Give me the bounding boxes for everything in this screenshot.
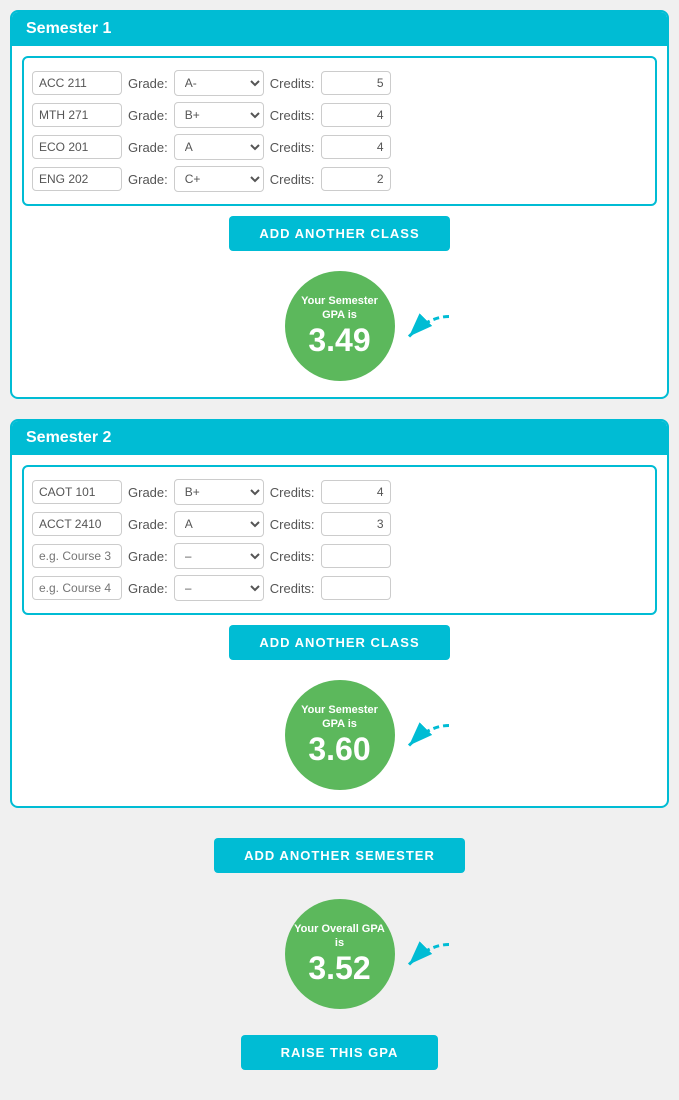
grade-select[interactable]: A-A+AB+BB-C+CC-DF– <box>174 102 264 128</box>
table-row: Grade: A-A+AB+BB-C+CC-DF– Credits: <box>32 479 647 505</box>
credits-input[interactable] <box>321 71 391 95</box>
grade-label: Grade: <box>128 172 168 187</box>
credits-input[interactable] <box>321 544 391 568</box>
semester-2-block: Semester 2 Grade: A-A+AB+BB-C+CC-DF– Cre… <box>10 419 669 808</box>
add-class-button-2[interactable]: ADD ANOTHER CLASS <box>229 625 449 660</box>
course-name-input[interactable] <box>32 480 122 504</box>
grade-label: Grade: <box>128 549 168 564</box>
overall-gpa-label: Your Overall GPA is <box>285 922 395 951</box>
semester-2-header: Semester 2 <box>12 421 667 455</box>
table-row: Grade: A-A+AB+BB-C+CC-DF– Credits: <box>32 575 647 601</box>
add-class-button-1[interactable]: ADD ANOTHER CLASS <box>229 216 449 251</box>
credits-input[interactable] <box>321 135 391 159</box>
credits-label: Credits: <box>270 517 315 532</box>
course-name-input[interactable] <box>32 512 122 536</box>
semester-2-courses: Grade: A-A+AB+BB-C+CC-DF– Credits: Grade… <box>22 465 657 615</box>
overall-gpa-value: 3.52 <box>308 951 370 986</box>
overall-gpa-section: Your Overall GPA is 3.52 <box>10 889 669 1025</box>
semester-2-gpa-label: Your Semester GPA is <box>285 703 395 732</box>
add-semester-button[interactable]: ADD ANOTHER SEMESTER <box>214 838 465 873</box>
credits-label: Credits: <box>270 76 315 91</box>
grade-label: Grade: <box>128 76 168 91</box>
credits-input[interactable] <box>321 512 391 536</box>
grade-select[interactable]: A-A+AB+BB-C+CC-DF– <box>174 511 264 537</box>
course-name-input[interactable] <box>32 103 122 127</box>
semester-2-title: Semester 2 <box>26 429 111 446</box>
table-row: Grade: A-A+AB+BB-C+CC-DF– Credits: <box>32 102 647 128</box>
course-name-input[interactable] <box>32 167 122 191</box>
grade-select[interactable]: A-A+AB+BB-C+CC-DF– <box>174 575 264 601</box>
semester-1-title: Semester 1 <box>26 20 111 37</box>
credits-label: Credits: <box>270 485 315 500</box>
credits-label: Credits: <box>270 581 315 596</box>
semester-1-gpa-label: Your Semester GPA is <box>285 294 395 323</box>
semester-1-gpa-circle: Your Semester GPA is 3.49 <box>285 271 395 381</box>
semester-1-block: Semester 1 Grade: A-A+AB+BB-C+CC-DF– Cre… <box>10 10 669 399</box>
course-name-input[interactable] <box>32 71 122 95</box>
credits-label: Credits: <box>270 172 315 187</box>
semester-2-gpa-circle: Your Semester GPA is 3.60 <box>285 680 395 790</box>
grade-label: Grade: <box>128 108 168 123</box>
grade-label: Grade: <box>128 485 168 500</box>
table-row: Grade: A-A+AB+BB-C+CC-DF– Credits: <box>32 70 647 96</box>
grade-label: Grade: <box>128 140 168 155</box>
credits-label: Credits: <box>270 140 315 155</box>
table-row: Grade: A-A+AB+BB-C+CC-DF– Credits: <box>32 166 647 192</box>
grade-select[interactable]: A-A+AB+BB-C+CC-DF– <box>174 543 264 569</box>
table-row: Grade: A-A+AB+BB-C+CC-DF– Credits: <box>32 543 647 569</box>
grade-select[interactable]: A-A+AB+BB-C+CC-DF– <box>174 70 264 96</box>
semester-2-gpa-section: Your Semester GPA is 3.60 <box>12 670 667 806</box>
credits-label: Credits: <box>270 549 315 564</box>
raise-gpa-button[interactable]: RAISE THIS GPA <box>241 1035 439 1070</box>
bottom-section: ADD ANOTHER SEMESTER Your Overall GPA is… <box>10 828 669 1090</box>
grade-select[interactable]: A-A+AB+BB-C+CC-DF– <box>174 479 264 505</box>
grade-label: Grade: <box>128 517 168 532</box>
semester-1-gpa-section: Your Semester GPA is 3.49 <box>12 261 667 397</box>
credits-input[interactable] <box>321 167 391 191</box>
credits-input[interactable] <box>321 576 391 600</box>
overall-gpa-circle: Your Overall GPA is 3.52 <box>285 899 395 1009</box>
credits-input[interactable] <box>321 480 391 504</box>
course-name-input[interactable] <box>32 544 122 568</box>
course-name-input[interactable] <box>32 135 122 159</box>
grade-select[interactable]: A-A+AB+BB-C+CC-DF– <box>174 134 264 160</box>
credits-input[interactable] <box>321 103 391 127</box>
course-name-input[interactable] <box>32 576 122 600</box>
semester-1-header: Semester 1 <box>12 12 667 46</box>
table-row: Grade: A-A+AB+BB-C+CC-DF– Credits: <box>32 511 647 537</box>
grade-select[interactable]: A-A+AB+BB-C+CC-DF– <box>174 166 264 192</box>
grade-label: Grade: <box>128 581 168 596</box>
semester-1-courses: Grade: A-A+AB+BB-C+CC-DF– Credits: Grade… <box>22 56 657 206</box>
credits-label: Credits: <box>270 108 315 123</box>
semester-1-gpa-value: 3.49 <box>308 323 370 358</box>
table-row: Grade: A-A+AB+BB-C+CC-DF– Credits: <box>32 134 647 160</box>
semester-2-gpa-value: 3.60 <box>308 732 370 767</box>
